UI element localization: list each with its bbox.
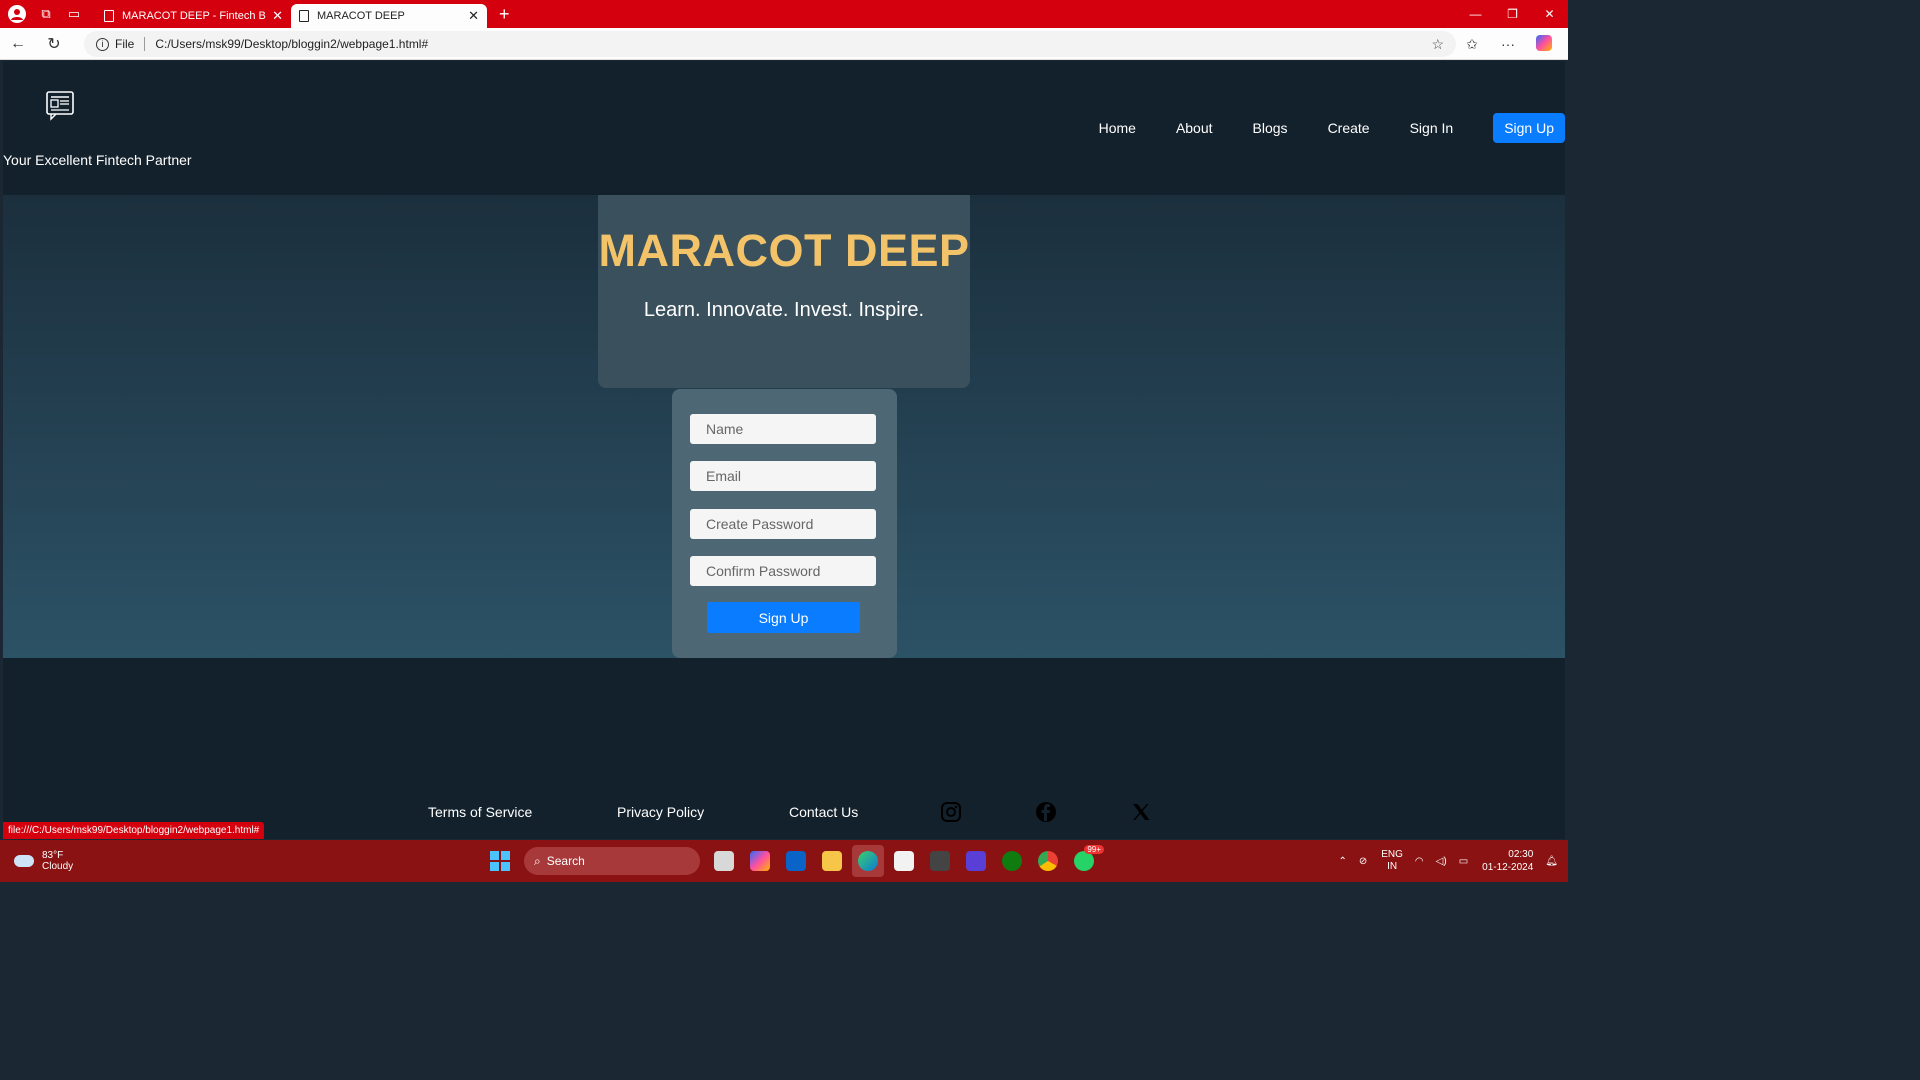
- divider: [144, 37, 146, 51]
- notification-bell-icon[interactable]: 🔔︎: [1545, 856, 1558, 867]
- edge-icon[interactable]: [852, 845, 884, 877]
- status-bar-url: file:///C:/Users/msk99/Desktop/bloggin2/…: [3, 822, 265, 839]
- create-password-input[interactable]: [690, 509, 876, 539]
- url-text[interactable]: C:/Users/msk99/Desktop/bloggin2/webpage1…: [155, 37, 428, 51]
- tab-title: MARACOT DEEP: [317, 10, 405, 22]
- address-field[interactable]: i File C:/Users/msk99/Desktop/bloggin2/w…: [84, 31, 1456, 57]
- chrome-icon[interactable]: [1032, 845, 1064, 877]
- restore-icon[interactable]: ❐: [1494, 0, 1531, 28]
- clock-date: 01-12-2024: [1482, 862, 1534, 873]
- nav-blogs[interactable]: Blogs: [1253, 120, 1288, 136]
- close-window-icon[interactable]: ✕: [1531, 0, 1568, 28]
- tab-fintech-blogging[interactable]: MARACOT DEEP - Fintech Bloggin ✕: [96, 4, 291, 28]
- weather-condition: Cloudy: [42, 861, 74, 872]
- browser-tab-bar: ⧉ ▭ MARACOT DEEP - Fintech Bloggin ✕ MAR…: [0, 0, 1568, 28]
- hero-card: MARACOT DEEP Learn. Innovate. Invest. In…: [598, 195, 970, 388]
- sign-up-submit-button[interactable]: Sign Up: [707, 602, 860, 633]
- unity-icon[interactable]: [924, 845, 956, 877]
- language-line2: IN: [1387, 861, 1398, 872]
- privacy-link[interactable]: Privacy Policy: [617, 804, 704, 820]
- search-label: Search: [546, 854, 585, 868]
- chevron-up-icon[interactable]: ⌃: [1338, 856, 1346, 867]
- facebook-icon[interactable]: [1035, 801, 1057, 823]
- copilot-app-icon[interactable]: [744, 845, 776, 877]
- terms-link[interactable]: Terms of Service: [428, 804, 532, 820]
- favorites-icon[interactable]: ✩: [1454, 36, 1490, 53]
- scheme-label: File: [115, 37, 135, 51]
- outlook-icon[interactable]: [780, 845, 812, 877]
- battery-icon[interactable]: ▭: [1459, 856, 1468, 867]
- address-toolbar: ← ↻ i File C:/Users/msk99/Desktop/bloggi…: [0, 28, 1568, 60]
- main-nav: Home About Blogs Create Sign In Sign Up: [1099, 113, 1565, 143]
- tab-title: MARACOT DEEP - Fintech Bloggin: [122, 10, 266, 22]
- weather-widget[interactable]: 83°F Cloudy: [14, 850, 73, 872]
- clock-time: 02:30: [1508, 849, 1534, 860]
- notification-badge: 99+: [1084, 845, 1104, 854]
- language-indicator[interactable]: ENG IN: [1381, 849, 1403, 873]
- search-icon: ⌕: [534, 853, 541, 868]
- nav-sign-in[interactable]: Sign In: [1410, 120, 1454, 136]
- new-tab-icon[interactable]: +: [499, 4, 510, 25]
- back-icon[interactable]: ←: [0, 28, 36, 60]
- nav-about[interactable]: About: [1176, 120, 1213, 136]
- network-off-icon[interactable]: ⊘: [1359, 856, 1367, 867]
- web-page: Your Excellent Fintech Partner Home Abou…: [3, 61, 1565, 839]
- workspaces-icon[interactable]: ⧉: [32, 0, 60, 28]
- site-header: Your Excellent Fintech Partner Home Abou…: [3, 61, 1565, 195]
- x-icon[interactable]: [1130, 801, 1152, 823]
- clock[interactable]: 02:30 01-12-2024: [1482, 848, 1533, 874]
- tab-actions-icon[interactable]: ▭: [60, 0, 88, 28]
- xbox-icon[interactable]: [996, 845, 1028, 877]
- visual-studio-icon[interactable]: [960, 845, 992, 877]
- refresh-icon[interactable]: ↻: [36, 28, 72, 60]
- windows-taskbar: 83°F Cloudy ⌕ Search 99+ ⌃ ⊘ ENG IN ◠ ◁)…: [0, 840, 1568, 882]
- cloud-icon: [14, 855, 34, 867]
- more-icon[interactable]: ···: [1490, 36, 1526, 52]
- profile-icon[interactable]: [8, 5, 26, 23]
- confirm-password-input[interactable]: [690, 556, 876, 586]
- nav-create[interactable]: Create: [1328, 120, 1370, 136]
- taskbar-search[interactable]: ⌕ Search: [524, 847, 700, 875]
- name-input[interactable]: [690, 414, 876, 444]
- signup-form: Sign Up: [672, 389, 897, 658]
- minimize-icon[interactable]: —: [1457, 0, 1494, 28]
- nav-sign-up-button[interactable]: Sign Up: [1493, 113, 1565, 143]
- email-input[interactable]: [690, 461, 876, 491]
- favorite-star-icon[interactable]: ☆: [1431, 36, 1444, 53]
- whatsapp-icon[interactable]: 99+: [1068, 845, 1104, 877]
- tab-maracot-deep[interactable]: MARACOT DEEP ✕: [291, 4, 487, 28]
- file-explorer-icon[interactable]: [816, 845, 848, 877]
- copilot-icon[interactable]: [1526, 34, 1562, 54]
- blog-logo-icon[interactable]: [45, 89, 75, 121]
- spacer: [3, 658, 1565, 778]
- hero-title: MARACOT DEEP: [598, 225, 970, 276]
- hero-section: MARACOT DEEP Learn. Innovate. Invest. In…: [3, 195, 1565, 658]
- language-line1: ENG: [1381, 849, 1403, 860]
- info-icon[interactable]: i: [96, 37, 109, 51]
- start-icon[interactable]: [484, 845, 516, 877]
- page-icon: [299, 10, 309, 22]
- wifi-icon[interactable]: ◠: [1415, 856, 1424, 867]
- task-view-icon[interactable]: [708, 845, 740, 877]
- instagram-icon[interactable]: [940, 801, 962, 823]
- nav-home[interactable]: Home: [1099, 120, 1136, 136]
- volume-icon[interactable]: ◁): [1436, 856, 1447, 867]
- store-icon[interactable]: [888, 845, 920, 877]
- page-icon: [104, 10, 114, 22]
- tagline: Your Excellent Fintech Partner: [3, 152, 192, 168]
- hero-subtitle: Learn. Innovate. Invest. Inspire.: [643, 299, 925, 321]
- close-tab-icon[interactable]: ✕: [468, 8, 479, 24]
- weather-temp: 83°F: [42, 850, 64, 861]
- contact-link[interactable]: Contact Us: [789, 804, 858, 820]
- close-tab-icon[interactable]: ✕: [272, 8, 283, 24]
